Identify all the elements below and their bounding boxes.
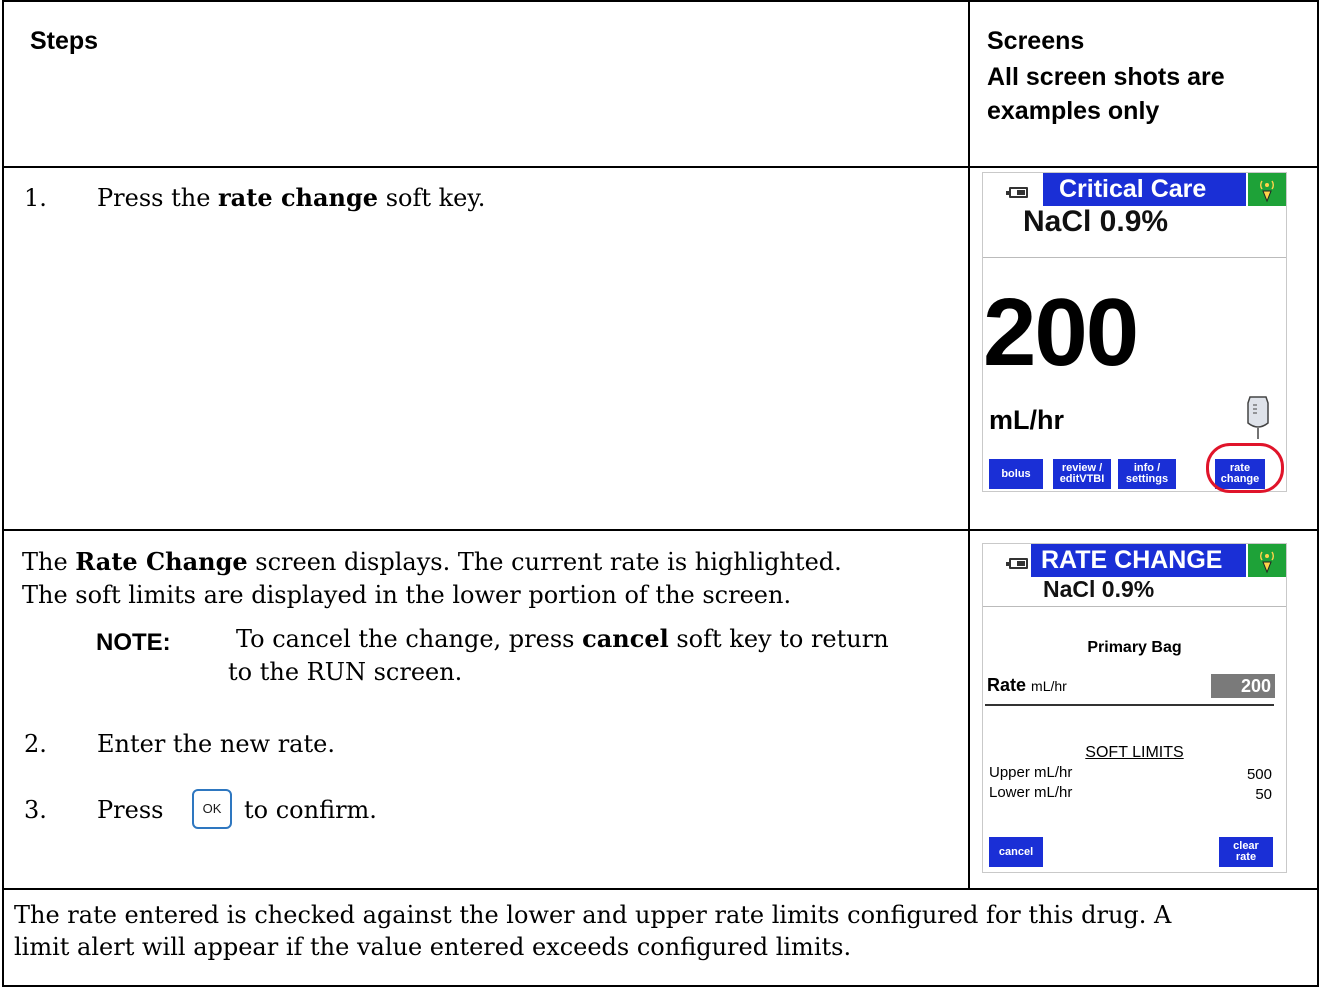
cancel-key[interactable]: cancel bbox=[989, 837, 1043, 867]
rate-value: 200 bbox=[983, 279, 1139, 386]
title-bar: Critical Care bbox=[1043, 173, 1246, 206]
care-area-title: Critical Care bbox=[1059, 175, 1207, 203]
iv-bag-icon bbox=[1245, 393, 1271, 446]
upper-limit-label: Upper mL/hr bbox=[989, 764, 1073, 781]
battery-icon bbox=[1006, 558, 1028, 569]
instruction-table: Steps Screens All screen shots are examp… bbox=[2, 0, 1319, 987]
lower-limit-value: 50 bbox=[1255, 786, 1272, 803]
divider bbox=[983, 606, 1286, 607]
info-settings-key[interactable]: info / settings bbox=[1118, 459, 1176, 489]
limit-check-paragraph-line2: limit alert will appear if the value ent… bbox=[14, 933, 852, 961]
drug-name: NaCl 0.9% bbox=[1043, 576, 1155, 602]
soft-limits-intro: The soft limits are displayed in the low… bbox=[22, 581, 792, 609]
title-bar: RATE CHANGE bbox=[1031, 544, 1246, 577]
wireless-icon bbox=[1248, 544, 1286, 577]
rate-value-field[interactable]: 200 bbox=[1211, 674, 1275, 698]
step-text: Enter the new rate. bbox=[97, 730, 335, 758]
table-border-right bbox=[1317, 0, 1319, 987]
note-label: NOTE: bbox=[96, 629, 171, 656]
drug-name: NaCl 0.9% bbox=[1023, 205, 1169, 238]
divider bbox=[983, 257, 1286, 258]
table-border-left bbox=[2, 0, 4, 987]
rate-underline bbox=[985, 704, 1274, 706]
clear-rate-key[interactable]: clear rate bbox=[1219, 837, 1273, 867]
ok-key-icon: OK bbox=[192, 789, 232, 829]
screen-title: RATE CHANGE bbox=[1041, 546, 1223, 574]
step-3: 3. Press OK to confirm. bbox=[24, 789, 424, 839]
screens-header: Screens bbox=[987, 27, 1085, 55]
upper-limit-value: 500 bbox=[1246, 766, 1272, 783]
primary-bag-label: Primary Bag bbox=[1087, 639, 1182, 656]
review-edit-vtbi-key[interactable]: review / editVTBI bbox=[1053, 459, 1111, 489]
rate-change-screen-shot: RATE CHANGE NaCl 0.9% Primary Bag Rate m… bbox=[982, 543, 1287, 873]
step-number: 3. bbox=[24, 796, 47, 824]
step-number: 1. bbox=[24, 184, 47, 212]
row-divider bbox=[2, 529, 1319, 531]
row-divider bbox=[2, 888, 1319, 890]
step-text: Press the rate change soft key. bbox=[97, 183, 486, 212]
limit-check-paragraph: The rate entered is checked against the … bbox=[14, 901, 1172, 929]
note-text-line2: to the RUN screen. bbox=[228, 658, 463, 686]
rate-label: Rate mL/hr bbox=[987, 675, 1067, 695]
column-divider bbox=[968, 0, 970, 890]
highlight-circle bbox=[1206, 443, 1284, 493]
table-border-bottom bbox=[2, 985, 1319, 987]
bolus-key[interactable]: bolus bbox=[989, 459, 1043, 489]
table-border-top bbox=[2, 0, 1319, 2]
battery-icon bbox=[1006, 187, 1028, 198]
wireless-icon bbox=[1248, 173, 1286, 206]
steps-header: Steps bbox=[30, 27, 99, 55]
step-text: Press bbox=[97, 796, 164, 824]
row-divider bbox=[2, 166, 1319, 168]
step-number: 2. bbox=[24, 730, 47, 758]
rate-unit: mL/hr bbox=[989, 405, 1065, 435]
note-text: To cancel the change, press cancel soft … bbox=[236, 624, 889, 653]
soft-limits-title: SOFT LIMITS bbox=[1085, 744, 1184, 761]
step-text-end: to confirm. bbox=[244, 796, 377, 824]
rate-change-intro: The Rate Change screen displays. The cur… bbox=[22, 547, 842, 576]
screens-note-line1: All screen shots are bbox=[987, 63, 1225, 91]
screens-note-line2: examples only bbox=[987, 97, 1160, 125]
lower-limit-label: Lower mL/hr bbox=[989, 784, 1073, 801]
